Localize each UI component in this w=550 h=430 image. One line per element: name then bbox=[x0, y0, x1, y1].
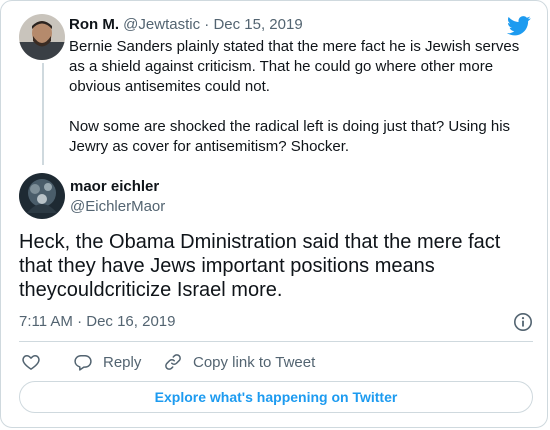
tweet-paragraph: Bernie Sanders plainly stated that the m… bbox=[69, 38, 520, 95]
avatar-photo bbox=[19, 173, 65, 219]
link-icon bbox=[165, 354, 181, 370]
author-handle[interactable]: @EichlerMaor bbox=[70, 197, 165, 217]
author-name[interactable]: Ron M. bbox=[69, 16, 119, 33]
parent-tweet-text: Bernie Sanders plainly stated that the m… bbox=[69, 37, 539, 157]
parent-tweet-body: Ron M. @Jewtastic · Dec 15, 2019 Bernie … bbox=[69, 14, 539, 177]
avatar-photo bbox=[19, 14, 65, 60]
parent-tweet-header: Ron M. @Jewtastic · Dec 15, 2019 bbox=[69, 14, 539, 36]
heart-icon bbox=[22, 355, 40, 370]
tweet-paragraph: Now some are shocked the radical left is… bbox=[69, 118, 511, 155]
divider bbox=[19, 341, 533, 342]
author-handle[interactable]: @Jewtastic bbox=[123, 16, 200, 33]
reply-label: Reply bbox=[103, 353, 142, 371]
copy-link-button[interactable]: Copy link to Tweet bbox=[163, 351, 315, 373]
tweet-date[interactable]: Dec 15, 2019 bbox=[213, 16, 302, 33]
separator-dot: · bbox=[204, 16, 210, 33]
tweet-timestamp[interactable]: 7:11 AM · Dec 16, 2019 bbox=[19, 313, 175, 330]
tweet-actions: Reply Copy link to Tweet bbox=[19, 351, 533, 373]
main-tweet-author[interactable]: maor eichler @EichlerMaor bbox=[19, 173, 419, 219]
explore-twitter-button[interactable]: Explore what's happening on Twitter bbox=[19, 381, 533, 413]
author-name[interactable]: maor eichler bbox=[70, 177, 165, 197]
avatar[interactable] bbox=[19, 173, 65, 219]
tweet-meta-row: 7:11 AM · Dec 16, 2019 bbox=[19, 312, 533, 332]
reply-icon bbox=[74, 355, 92, 371]
main-tweet-text: Heck, the Obama Dministration said that … bbox=[19, 231, 501, 301]
copy-link-label: Copy link to Tweet bbox=[193, 353, 316, 371]
main-author-names: maor eichler @EichlerMaor bbox=[70, 177, 165, 217]
reply-button[interactable]: Reply bbox=[73, 351, 141, 373]
thread-connector-line bbox=[42, 63, 44, 165]
avatar[interactable] bbox=[19, 14, 65, 60]
info-icon[interactable] bbox=[513, 312, 533, 332]
embedded-tweet-card: Ron M. @Jewtastic · Dec 15, 2019 Bernie … bbox=[0, 0, 548, 428]
like-button[interactable] bbox=[21, 351, 41, 373]
